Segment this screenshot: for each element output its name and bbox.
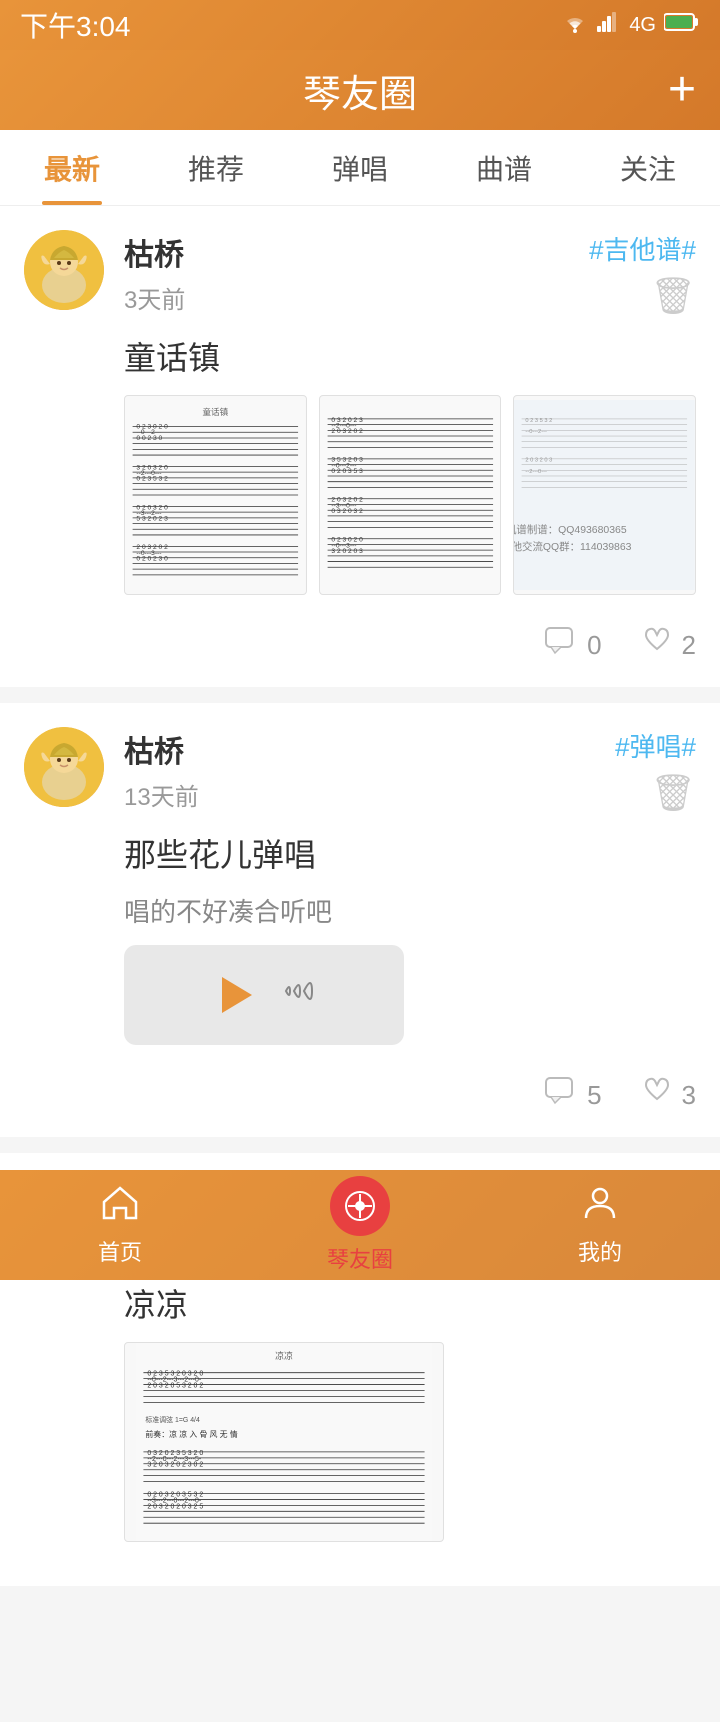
svg-text:0 2 3 5 3 2: 0 2 3 5 3 2 bbox=[136, 476, 168, 483]
nav-mine[interactable]: 我的 bbox=[480, 1184, 720, 1267]
post-title: 那些花儿弹唱 bbox=[124, 830, 696, 876]
svg-text:0 2 0 2 3 0: 0 2 0 2 3 0 bbox=[136, 556, 168, 563]
person-icon bbox=[582, 1184, 618, 1229]
delete-button[interactable]: 🗑 bbox=[650, 772, 696, 814]
app-header: 琴友圈 + bbox=[0, 50, 720, 130]
header-title: 琴友圈 bbox=[303, 63, 417, 118]
post-title: 凉凉 bbox=[124, 1280, 696, 1326]
nav-qinyouquan[interactable]: 琴友圈 bbox=[240, 1176, 480, 1274]
avatar bbox=[24, 727, 104, 807]
sheet-image-1[interactable]: 凉凉 0 2 3 5 3 2 0 3 2 0 --0---2---3---2--… bbox=[124, 1342, 444, 1542]
sheet-image-2[interactable]: 0 3 2 0 2 3 --2---0--- 2 0 3 2 0 2 3 5 3… bbox=[319, 395, 502, 595]
post-header-right: #吉他谱# 🗑 bbox=[589, 230, 696, 317]
svg-text:0 2 0 3 5 3: 0 2 0 3 5 3 bbox=[331, 468, 363, 475]
signal-icon bbox=[597, 12, 621, 38]
bottom-nav: 首页 琴友圈 我的 bbox=[0, 1170, 720, 1280]
comment-stat[interactable]: 5 bbox=[545, 1077, 601, 1113]
post-card: 枯桥 3天前 #吉他谱# 🗑 童话镇 童话镇 bbox=[0, 206, 720, 687]
svg-text:2 0 3 2 0 2: 2 0 3 2 0 2 bbox=[331, 428, 363, 435]
svg-text:5 3 2 0 2 3: 5 3 2 0 2 3 bbox=[136, 516, 168, 523]
tab-latest[interactable]: 最新 bbox=[0, 130, 144, 205]
post-tag[interactable]: #吉他谱# bbox=[589, 230, 696, 267]
post-footer: 5 3 bbox=[24, 1065, 696, 1113]
post-subtitle: 唱的不好凑合听吧 bbox=[124, 892, 696, 929]
like-stat[interactable]: 2 bbox=[642, 627, 696, 663]
network-label: 4G bbox=[629, 14, 656, 37]
comment-stat[interactable]: 0 bbox=[545, 627, 601, 663]
post-footer: 0 2 bbox=[24, 615, 696, 663]
tab-play[interactable]: 弹唱 bbox=[288, 130, 432, 205]
tab-follow[interactable]: 关注 bbox=[576, 130, 720, 205]
add-button[interactable]: + bbox=[668, 66, 696, 114]
sheet-images: 凉凉 0 2 3 5 3 2 0 3 2 0 --0---2---3---2--… bbox=[124, 1342, 696, 1542]
post-meta: 枯桥 3天前 bbox=[124, 230, 589, 315]
post-header: 枯桥 13天前 #弹唱# 🗑 bbox=[24, 727, 696, 814]
wifi-icon bbox=[561, 11, 589, 39]
like-count: 2 bbox=[682, 630, 696, 661]
nav-qinyouquan-label: 琴友圈 bbox=[327, 1242, 393, 1274]
post-title: 童话镇 bbox=[124, 333, 696, 379]
delete-button[interactable]: 🗑 bbox=[650, 275, 696, 317]
svg-text:--2---0---: --2---0--- bbox=[526, 469, 548, 475]
play-button[interactable] bbox=[210, 971, 258, 1019]
sound-waves-icon bbox=[278, 973, 318, 1017]
nav-home-label: 首页 bbox=[98, 1235, 142, 1267]
sheet-image-3[interactable]: 0 2 3 5 3 2 --0---2--- 2 0 3 2 0 3 --2--… bbox=[513, 395, 696, 595]
home-icon bbox=[100, 1184, 140, 1229]
like-icon bbox=[642, 1077, 672, 1113]
post-time: 13天前 bbox=[124, 777, 615, 812]
sheet-image-1[interactable]: 童话镇 0 2 3 0 2 0 --0---2--- 0 0 2 3 0 bbox=[124, 395, 307, 595]
svg-text:童话镇: 童话镇 bbox=[203, 406, 229, 417]
qinyouquan-icon bbox=[330, 1176, 390, 1236]
status-icons: 4G bbox=[561, 11, 700, 39]
like-stat[interactable]: 3 bbox=[642, 1077, 696, 1113]
like-count: 3 bbox=[682, 1080, 696, 1111]
audio-player[interactable] bbox=[124, 945, 404, 1045]
comment-icon bbox=[545, 1077, 577, 1113]
avatar bbox=[24, 230, 104, 310]
post-meta: 枯桥 13天前 bbox=[124, 727, 615, 812]
svg-text:凉凉: 凉凉 bbox=[275, 1350, 293, 1361]
svg-text:标准调弦 1=G 4/4: 标准调弦 1=G 4/4 bbox=[145, 1415, 200, 1424]
comment-count: 0 bbox=[587, 630, 601, 661]
post-time: 3天前 bbox=[124, 280, 589, 315]
svg-text:2 0 3 2 0 2 0 3 2 5: 2 0 3 2 0 2 0 3 2 5 bbox=[147, 1503, 203, 1510]
svg-text:2 0 3 2 0 3: 2 0 3 2 0 3 bbox=[526, 458, 553, 464]
svg-text:2 0 3 2 0 5 3 2 0 2: 2 0 3 2 0 5 3 2 0 2 bbox=[147, 1383, 203, 1390]
play-triangle-icon bbox=[222, 977, 252, 1013]
tab-score[interactable]: 曲谱 bbox=[432, 130, 576, 205]
post-card: 枯桥 13天前 #弹唱# 🗑 那些花儿弹唱 唱的不好凑合听吧 bbox=[0, 703, 720, 1137]
tab-recommend[interactable]: 推荐 bbox=[144, 130, 288, 205]
post-tag[interactable]: #弹唱# bbox=[615, 727, 696, 764]
nav-home[interactable]: 首页 bbox=[0, 1184, 240, 1267]
post-author: 枯桥 bbox=[124, 230, 589, 274]
status-time: 下午3:04 bbox=[20, 5, 131, 45]
status-bar: 下午3:04 4G bbox=[0, 0, 720, 50]
svg-text:--0---2---: --0---2--- bbox=[526, 429, 548, 435]
content-area: 枯桥 3天前 #吉他谱# 🗑 童话镇 童话镇 bbox=[0, 206, 720, 1722]
comment-count: 5 bbox=[587, 1080, 601, 1111]
post-author: 枯桥 bbox=[124, 727, 615, 771]
svg-text:3 2 0 3 2 0 2 3 0 2: 3 2 0 3 2 0 2 3 0 2 bbox=[147, 1462, 203, 1469]
svg-text:0 2 3 5 3 2: 0 2 3 5 3 2 bbox=[526, 418, 553, 424]
tabs-bar: 最新 推荐 弹唱 曲谱 关注 bbox=[0, 130, 720, 206]
comment-icon bbox=[545, 627, 577, 663]
svg-text:0 0 2 3 0: 0 0 2 3 0 bbox=[136, 435, 162, 442]
svg-text:3 2 0 2 0 3: 3 2 0 2 0 3 bbox=[331, 548, 363, 555]
sheet-images: 童话镇 0 2 3 0 2 0 --0---2--- 0 0 2 3 0 bbox=[124, 395, 696, 595]
post-header-right: #弹唱# 🗑 bbox=[615, 727, 696, 814]
svg-text:0 3 2 0 3 2: 0 3 2 0 3 2 bbox=[331, 508, 363, 515]
nav-mine-label: 我的 bbox=[578, 1235, 622, 1267]
like-icon bbox=[642, 627, 672, 663]
svg-text:吉他交流QQ群：114039863: 吉他交流QQ群：114039863 bbox=[514, 540, 632, 553]
post-header: 枯桥 3天前 #吉他谱# 🗑 bbox=[24, 230, 696, 317]
battery-icon bbox=[664, 12, 700, 38]
svg-text:机谱制谱：QQ493680365: 机谱制谱：QQ493680365 bbox=[514, 523, 627, 536]
svg-text:前奏：凉 凉 入 骨 风 无 情: 前奏：凉 凉 入 骨 风 无 情 bbox=[145, 1429, 237, 1439]
